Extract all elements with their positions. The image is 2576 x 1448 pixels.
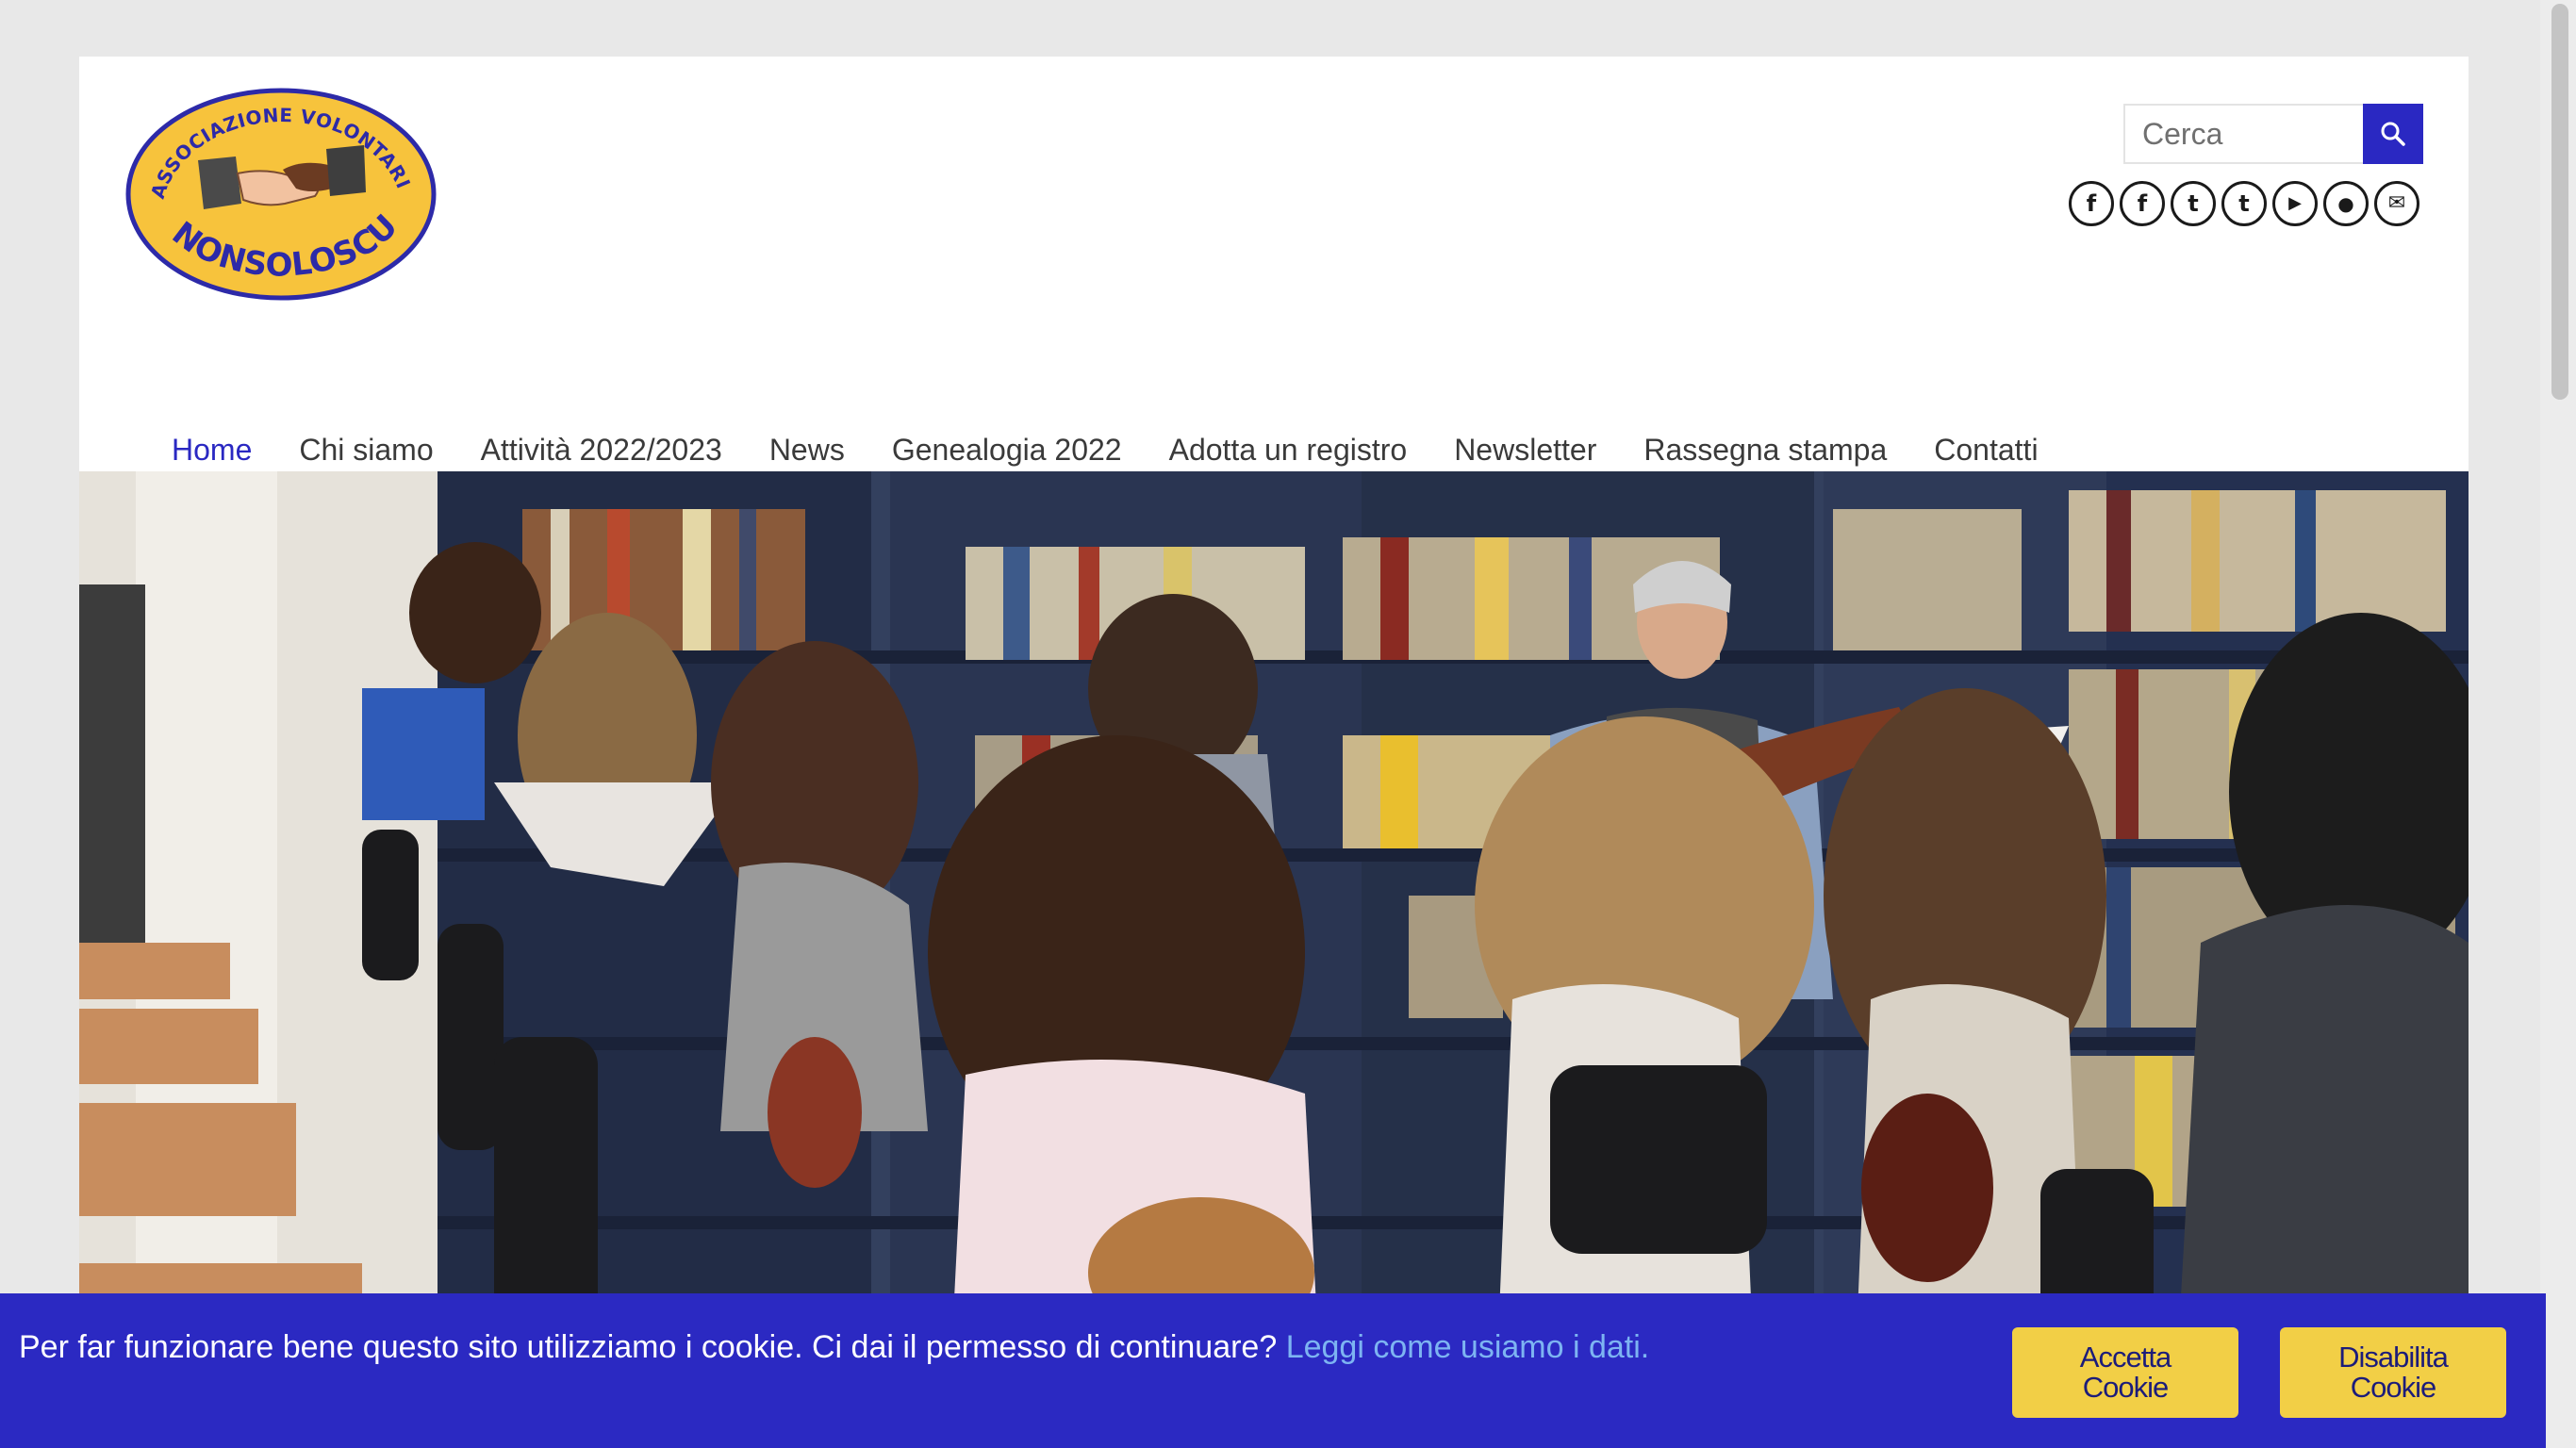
nav-item-news[interactable]: News [769,433,845,468]
search-button[interactable] [2363,104,2423,164]
disable-label-line1: Disabilita [2338,1341,2449,1374]
search-input[interactable] [2123,104,2363,164]
scrollbar-thumb[interactable] [2551,4,2568,400]
nav-item-home[interactable]: Home [172,433,252,468]
group-icon[interactable]: ● [2323,181,2369,226]
search-icon [2381,122,2405,146]
social-links: f f t t ▶ ● ✉ [2069,181,2419,226]
page-container: ASSOCIAZIONE VOLONTARIATO NONSOLOSCUOLA [79,54,2469,1448]
email-glyph: ✉ [2387,191,2406,215]
twitter-glyph: t [2238,190,2250,217]
main-nav: Home Chi siamo Attività 2022/2023 News G… [172,420,2086,479]
site-logo[interactable]: ASSOCIAZIONE VOLONTARIATO NONSOLOSCUOLA [109,54,439,305]
search-form [2123,104,2423,164]
cookie-message-container: Per far funzionare bene questo sito util… [19,1329,1649,1366]
email-icon[interactable]: ✉ [2374,181,2419,226]
disable-cookies-button[interactable]: Disabilita Cookie [2280,1327,2506,1418]
twitter-icon[interactable]: t [2221,181,2267,226]
facebook-icon[interactable]: f [2069,181,2114,226]
cookie-policy-link[interactable]: Leggi come usiamo i dati. [1286,1329,1650,1365]
scrollbar[interactable] [2540,0,2576,1448]
group-glyph: ● [2337,192,2354,215]
nav-item-genealogia[interactable]: Genealogia 2022 [892,433,1122,468]
cookie-banner: Per far funzionare bene questo sito util… [0,1293,2546,1448]
nav-item-newsletter[interactable]: Newsletter [1454,433,1596,468]
facebook-icon[interactable]: f [2120,181,2165,226]
nav-item-chi-siamo[interactable]: Chi siamo [299,433,433,468]
disable-label-line2: Cookie [2350,1371,2436,1404]
nav-item-contatti[interactable]: Contatti [1934,433,2038,468]
twitter-glyph: t [2188,190,2199,217]
twitter-icon[interactable]: t [2171,181,2216,226]
accept-label-line2: Cookie [2082,1371,2170,1404]
facebook-glyph: f [2137,190,2148,217]
youtube-glyph: ▶ [2288,193,2302,213]
cookie-message: Per far funzionare bene questo sito util… [19,1329,1286,1365]
nav-item-adotta-registro[interactable]: Adotta un registro [1169,433,1408,468]
youtube-icon[interactable]: ▶ [2272,181,2318,226]
nav-item-rassegna-stampa[interactable]: Rassegna stampa [1643,433,1887,468]
facebook-glyph: f [2086,190,2097,217]
accept-label-line1: Accetta [2079,1341,2171,1374]
nav-item-attivita[interactable]: Attività 2022/2023 [481,433,722,468]
accept-cookies-button[interactable]: Accetta Cookie [2012,1327,2238,1418]
